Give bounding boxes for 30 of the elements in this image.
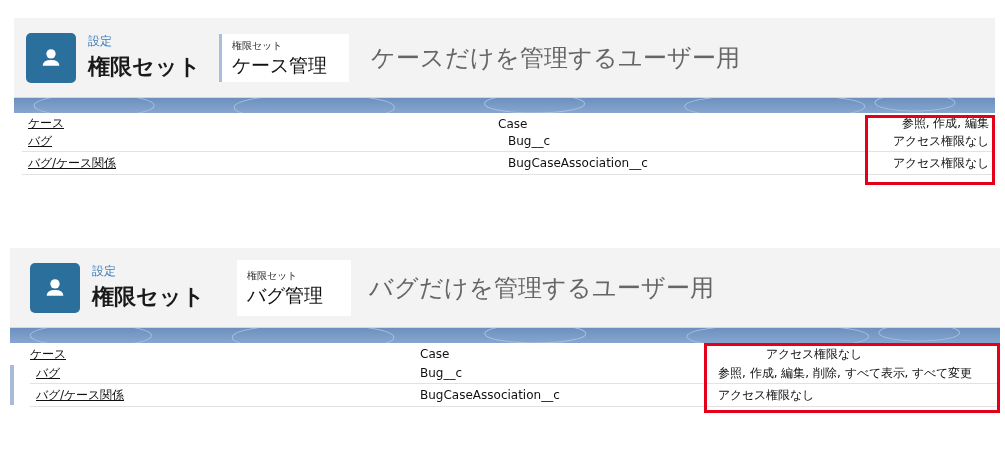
record-type-label: 権限セット: [247, 268, 298, 283]
object-link[interactable]: ケース: [22, 115, 498, 132]
object-link[interactable]: ケース: [24, 345, 420, 363]
table-cell-text: BugCaseAssociation__c: [420, 388, 561, 402]
table-cell-text: BugCaseAssociation__c: [507, 156, 649, 170]
table-cell-text: 参照, 作成, 編集, 削除, すべて表示, すべて変更: [717, 364, 974, 382]
table-cell-text: アクセス権限なし: [717, 386, 815, 404]
object-link[interactable]: バグ: [30, 364, 420, 382]
table-cell-text: Case: [420, 347, 451, 361]
page-title: 権限セット: [92, 283, 205, 311]
table-cell-text: Case: [498, 116, 529, 131]
table-cell-text: Bug__c: [507, 134, 552, 148]
table-cell-text: 参照, 作成, 編集: [900, 115, 990, 132]
table-cell-text: アクセス権限なし: [892, 132, 990, 150]
user-icon: [30, 262, 80, 313]
breadcrumb-link[interactable]: 設定: [92, 263, 205, 280]
record-type-label: 権限セット: [232, 38, 283, 53]
object-link[interactable]: バグ/ケース関係: [22, 154, 498, 172]
description-text: ケースだけを管理するユーザー用: [371, 42, 740, 74]
table-cell-text: アクセス権限なし: [892, 154, 990, 172]
table-cell-text: アクセス権限なし: [765, 345, 863, 363]
object-link[interactable]: バグ/ケース関係: [30, 386, 420, 404]
object-link[interactable]: バグ: [22, 132, 498, 150]
breadcrumb-link[interactable]: 設定: [88, 33, 201, 50]
record-name: バグ管理: [247, 282, 323, 308]
description-text: バグだけを管理するユーザー用: [369, 272, 714, 304]
table-cell-text: Bug__c: [420, 366, 464, 380]
record-name: ケース管理: [232, 52, 327, 78]
page-title: 権限セット: [88, 53, 201, 81]
user-icon: [26, 32, 76, 83]
